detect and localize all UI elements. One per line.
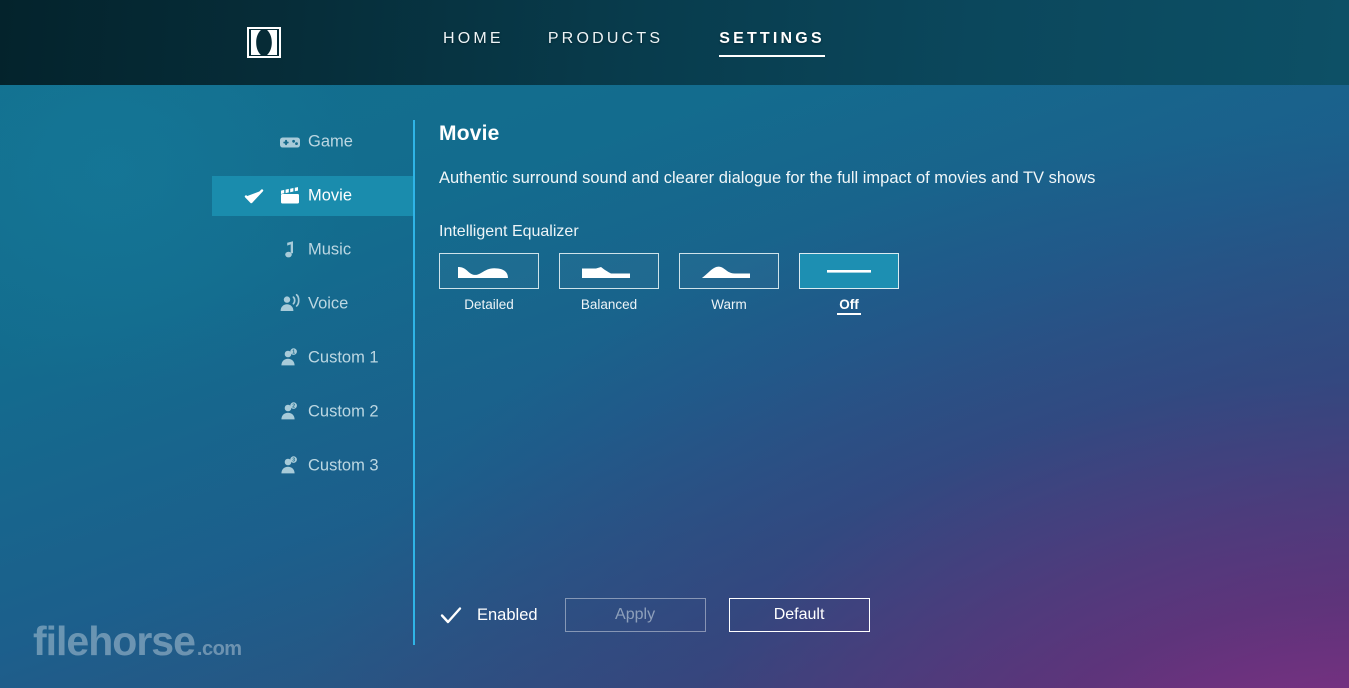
enabled-toggle[interactable]: Enabled (439, 603, 538, 627)
gamepad-icon (278, 130, 302, 154)
sidebar-item-voice[interactable]: Voice (212, 284, 414, 324)
app-window: HOME PRODUCTS SETTINGS Game (0, 0, 1349, 688)
nav-item-products[interactable]: PRODUCTS (548, 30, 663, 57)
music-note-icon (278, 238, 302, 262)
sidebar-item-music[interactable]: Music (212, 230, 414, 270)
eq-detailed-curve-icon (450, 258, 528, 284)
sidebar-item-custom-2[interactable]: 2 Custom 2 (212, 392, 414, 432)
settings-panel: Movie Authentic surround sound and clear… (439, 122, 1199, 314)
page-title: Movie (439, 122, 1199, 146)
sidebar-item-custom-3[interactable]: 3 Custom 3 (212, 446, 414, 486)
filehorse-watermark: filehorse .com (33, 621, 242, 662)
eq-preset-label: Warm (711, 297, 747, 312)
sidebar-item-label: Movie (308, 187, 352, 206)
svg-text:3: 3 (292, 458, 295, 464)
eq-preset-label: Balanced (581, 297, 637, 312)
equalizer-section-label: Intelligent Equalizer (439, 223, 1199, 241)
eq-preset-swatch (679, 253, 779, 289)
app-header: HOME PRODUCTS SETTINGS (0, 0, 1349, 85)
eq-flat-line-icon (810, 258, 888, 284)
eq-preset-swatch (799, 253, 899, 289)
preset-sidebar: Game Movie (212, 122, 414, 500)
sidebar-item-label: Music (308, 241, 351, 260)
selected-check-icon (243, 185, 265, 207)
eq-preset-swatch (439, 253, 539, 289)
main-nav: HOME PRODUCTS SETTINGS (443, 30, 825, 57)
svg-text:2: 2 (292, 404, 295, 410)
enabled-label: Enabled (477, 606, 538, 625)
svg-text:1: 1 (292, 350, 295, 356)
eq-preset-label: Detailed (464, 297, 514, 312)
watermark-suffix-text: .com (197, 639, 242, 659)
eq-preset-off[interactable]: Off (799, 253, 899, 314)
enabled-check-icon (439, 603, 463, 627)
eq-balanced-curve-icon (570, 258, 648, 284)
eq-warm-curve-icon (690, 258, 768, 284)
person-2-icon: 2 (278, 400, 302, 424)
eq-preset-balanced[interactable]: Balanced (559, 253, 659, 314)
default-button[interactable]: Default (729, 598, 870, 632)
watermark-main-text: filehorse (33, 621, 195, 662)
sidebar-item-label: Voice (308, 295, 348, 314)
eq-preset-detailed[interactable]: Detailed (439, 253, 539, 314)
voice-person-icon (278, 292, 302, 316)
eq-preset-label: Off (839, 297, 859, 312)
clapperboard-icon (278, 184, 302, 208)
page-description: Authentic surround sound and clearer dia… (439, 166, 1119, 190)
sidebar-item-label: Custom 1 (308, 349, 379, 368)
sidebar-item-label: Custom 2 (308, 403, 379, 422)
dolby-double-d-logo (247, 27, 281, 58)
sidebar-divider (413, 120, 415, 645)
person-1-icon: 1 (278, 346, 302, 370)
apply-button[interactable]: Apply (565, 598, 706, 632)
sidebar-item-label: Custom 3 (308, 457, 379, 476)
nav-item-settings[interactable]: SETTINGS (719, 30, 825, 57)
equalizer-preset-group: Detailed Balanced Warm (439, 253, 1199, 314)
nav-item-home[interactable]: HOME (443, 30, 504, 57)
sidebar-item-movie[interactable]: Movie (212, 176, 414, 216)
eq-preset-warm[interactable]: Warm (679, 253, 779, 314)
settings-footer: Enabled Apply Default (439, 598, 870, 632)
sidebar-item-game[interactable]: Game (212, 122, 414, 162)
eq-preset-swatch (559, 253, 659, 289)
sidebar-item-custom-1[interactable]: 1 Custom 1 (212, 338, 414, 378)
sidebar-item-label: Game (308, 133, 353, 152)
person-3-icon: 3 (278, 454, 302, 478)
